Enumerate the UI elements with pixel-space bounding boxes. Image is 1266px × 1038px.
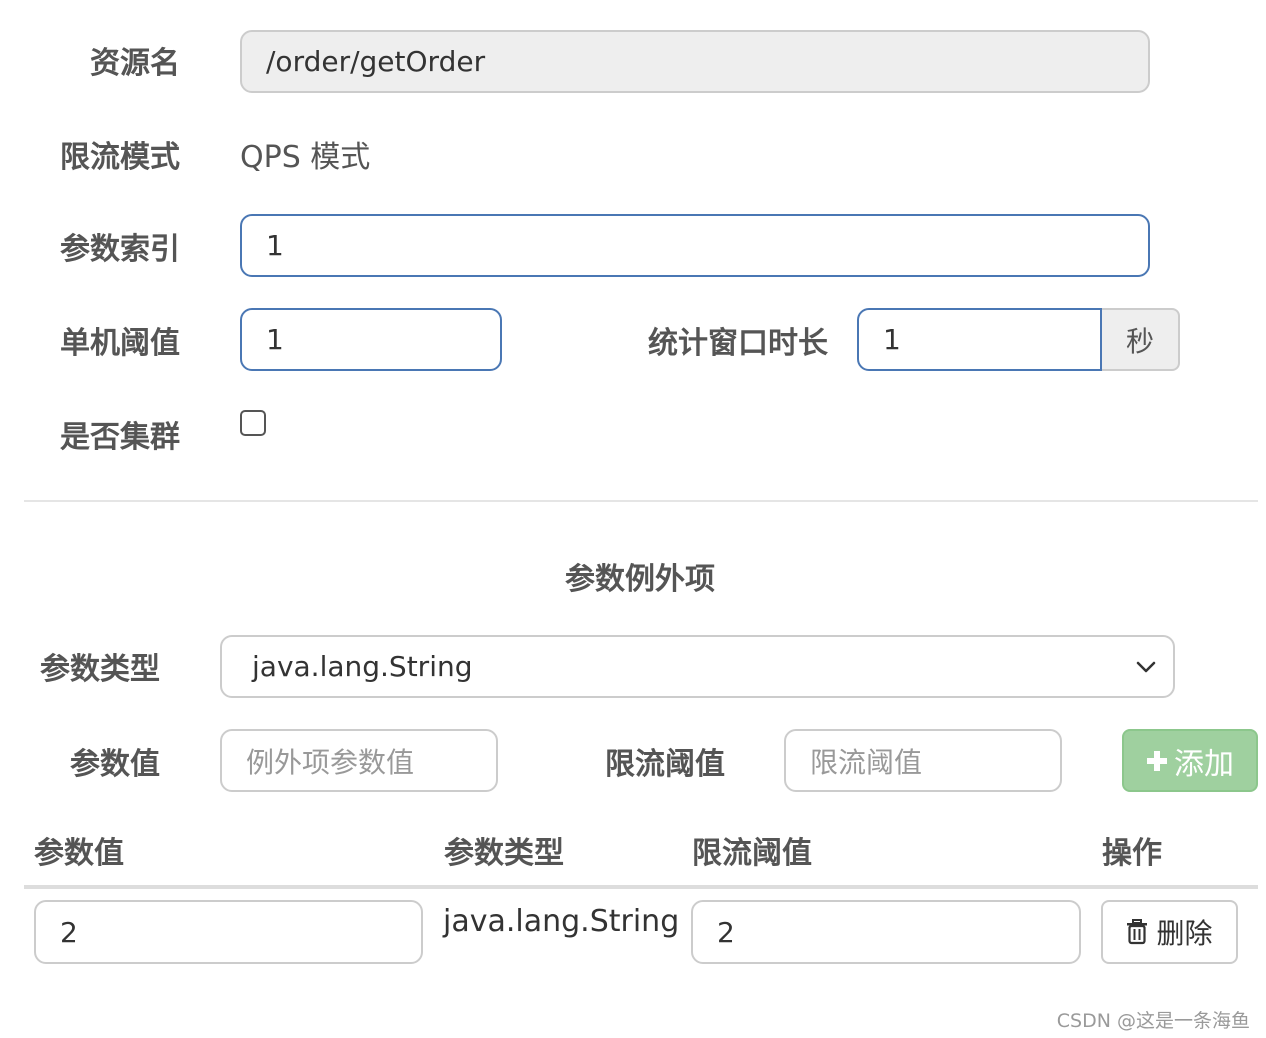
param-type-label: 参数类型: [40, 652, 160, 687]
plus-icon: [1147, 750, 1167, 771]
resource-input: /order/getOrder: [240, 30, 1150, 93]
param-value-label: 参数值: [70, 747, 160, 782]
cluster-label: 是否集群: [60, 420, 180, 455]
th-actions: 操作: [1102, 836, 1162, 871]
param-type-select[interactable]: java.lang.String: [220, 635, 1175, 698]
limit-label: 限流阈值: [605, 747, 725, 782]
cluster-checkbox[interactable]: [240, 410, 266, 436]
param-index-label: 参数索引: [60, 232, 180, 267]
mode-label: 限流模式: [60, 140, 180, 175]
row-limit-input[interactable]: 2: [691, 900, 1081, 964]
chevron-down-icon: [1136, 661, 1156, 673]
add-button[interactable]: 添加: [1122, 729, 1258, 792]
exception-limit-input[interactable]: 限流阈值: [784, 729, 1062, 792]
window-input[interactable]: 1: [857, 308, 1102, 371]
window-unit-addon: 秒: [1102, 308, 1180, 371]
watermark-text: CSDN @这是一条海鱼: [1056, 1010, 1250, 1032]
param-index-input[interactable]: 1: [240, 214, 1150, 277]
row-type-text: java.lang.String: [443, 904, 680, 939]
add-button-label: 添加: [1174, 746, 1234, 782]
trash-icon: [1127, 919, 1148, 945]
mode-value: QPS 模式: [240, 140, 371, 175]
delete-button-label: 删除: [1156, 917, 1213, 950]
resource-label: 资源名: [90, 46, 180, 81]
th-limit: 限流阈值: [692, 836, 812, 871]
row-value-input[interactable]: 2: [34, 900, 423, 964]
delete-button[interactable]: 删除: [1101, 900, 1238, 964]
param-type-selected: java.lang.String: [252, 650, 473, 683]
threshold-input[interactable]: 1: [240, 308, 502, 371]
threshold-label: 单机阈值: [60, 326, 180, 361]
exceptions-title: 参数例外项: [565, 562, 715, 597]
window-label: 统计窗口时长: [648, 326, 828, 361]
section-divider: [24, 500, 1258, 502]
exception-value-input[interactable]: 例外项参数值: [220, 729, 498, 792]
th-param-value: 参数值: [34, 836, 124, 871]
th-param-type: 参数类型: [444, 836, 564, 871]
table-header-rule: [24, 885, 1258, 889]
